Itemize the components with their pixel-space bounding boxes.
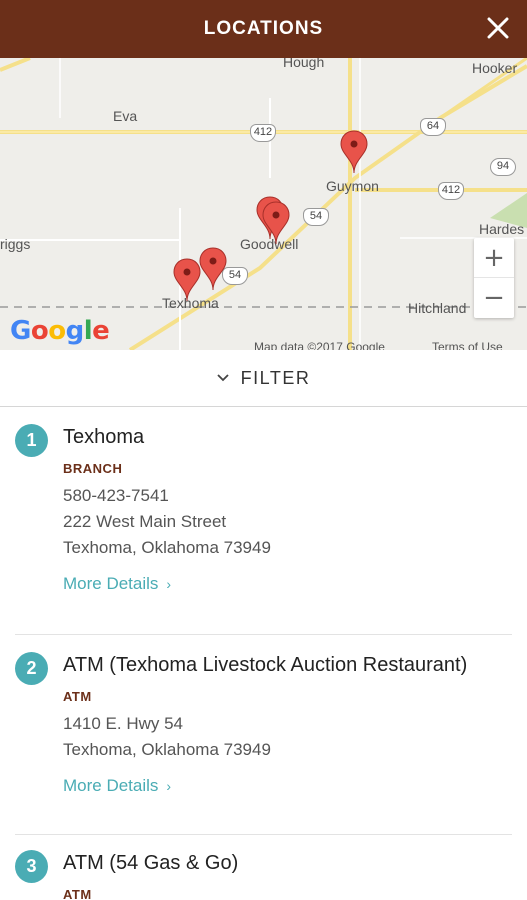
- highway-shield-94: 94: [490, 158, 516, 176]
- divider: [15, 834, 512, 835]
- map-pin-icon[interactable]: [173, 258, 201, 302]
- location-name: ATM (54 Gas & Go): [63, 852, 239, 874]
- zoom-in-button[interactable]: +: [474, 238, 514, 278]
- highway-shield-54: 54: [303, 208, 329, 226]
- map-pin-icon[interactable]: [340, 130, 368, 174]
- zoom-out-button[interactable]: −: [474, 278, 514, 318]
- map-pin-icon[interactable]: [199, 247, 227, 291]
- location-name: ATM (Texhoma Livestock Auction Restauran…: [63, 654, 468, 676]
- header-bar: LOCATIONS: [0, 0, 527, 58]
- chevron-right-icon: ›: [166, 778, 172, 794]
- highway-shield-64: 64: [420, 118, 446, 136]
- location-number-badge: 1: [15, 424, 48, 457]
- location-type: ATM: [63, 689, 92, 704]
- map-view[interactable]: Hough Hooker Eva Guymon Hardes riggs Goo…: [0, 58, 527, 350]
- more-details-label: More Details: [63, 776, 159, 795]
- chevron-down-icon: [217, 374, 229, 382]
- highway-shield-412: 412: [438, 182, 464, 200]
- location-type: ATM: [63, 887, 92, 900]
- filter-label: FILTER: [240, 367, 311, 388]
- location-address-line2: Texhoma, Oklahoma 73949: [63, 740, 271, 759]
- page-title: LOCATIONS: [203, 18, 324, 39]
- map-attribution: Map data ©2017 Google: [254, 340, 385, 350]
- more-details-label: More Details: [63, 574, 159, 593]
- list-item[interactable]: 2 ATM (Texhoma Livestock Auction Restaur…: [0, 652, 527, 796]
- location-name: Texhoma: [63, 426, 145, 448]
- google-logo: Google: [10, 316, 110, 346]
- location-address-line2: Texhoma, Oklahoma 73949: [63, 538, 271, 557]
- list-item[interactable]: 1 Texhoma BRANCH 580-423-7541 222 West M…: [0, 424, 527, 594]
- highway-shield-412: 412: [250, 124, 276, 142]
- location-address-line1: 222 West Main Street: [63, 512, 227, 531]
- list-item[interactable]: 3 ATM (54 Gas & Go) ATM: [0, 850, 527, 900]
- location-number-badge: 3: [15, 850, 48, 883]
- location-phone[interactable]: 580-423-7541: [63, 486, 515, 506]
- more-details-link[interactable]: More Details ›: [63, 776, 515, 796]
- map-pin-icon[interactable]: [262, 201, 290, 245]
- more-details-link[interactable]: More Details ›: [63, 574, 515, 594]
- map-label-hardesty: Hardes: [479, 221, 525, 237]
- map-label-griggs: riggs: [0, 236, 31, 252]
- location-number-badge: 2: [15, 652, 48, 685]
- map-terms-link[interactable]: Terms of Use: [432, 340, 503, 350]
- divider: [15, 634, 512, 635]
- map-label-hitchland: Hitchland: [408, 300, 467, 316]
- filter-toggle[interactable]: FILTER: [0, 350, 527, 407]
- map-label-hooker: Hooker: [472, 60, 518, 76]
- close-icon[interactable]: [483, 13, 513, 43]
- location-address-line1: 1410 E. Hwy 54: [63, 714, 184, 733]
- chevron-right-icon: ›: [166, 576, 172, 592]
- map-label-eva: Eva: [113, 108, 138, 124]
- map-label-hough: Hough: [283, 58, 325, 70]
- map-label-guymon: Guymon: [326, 178, 379, 194]
- location-type: BRANCH: [63, 461, 123, 476]
- zoom-controls: + −: [474, 238, 514, 318]
